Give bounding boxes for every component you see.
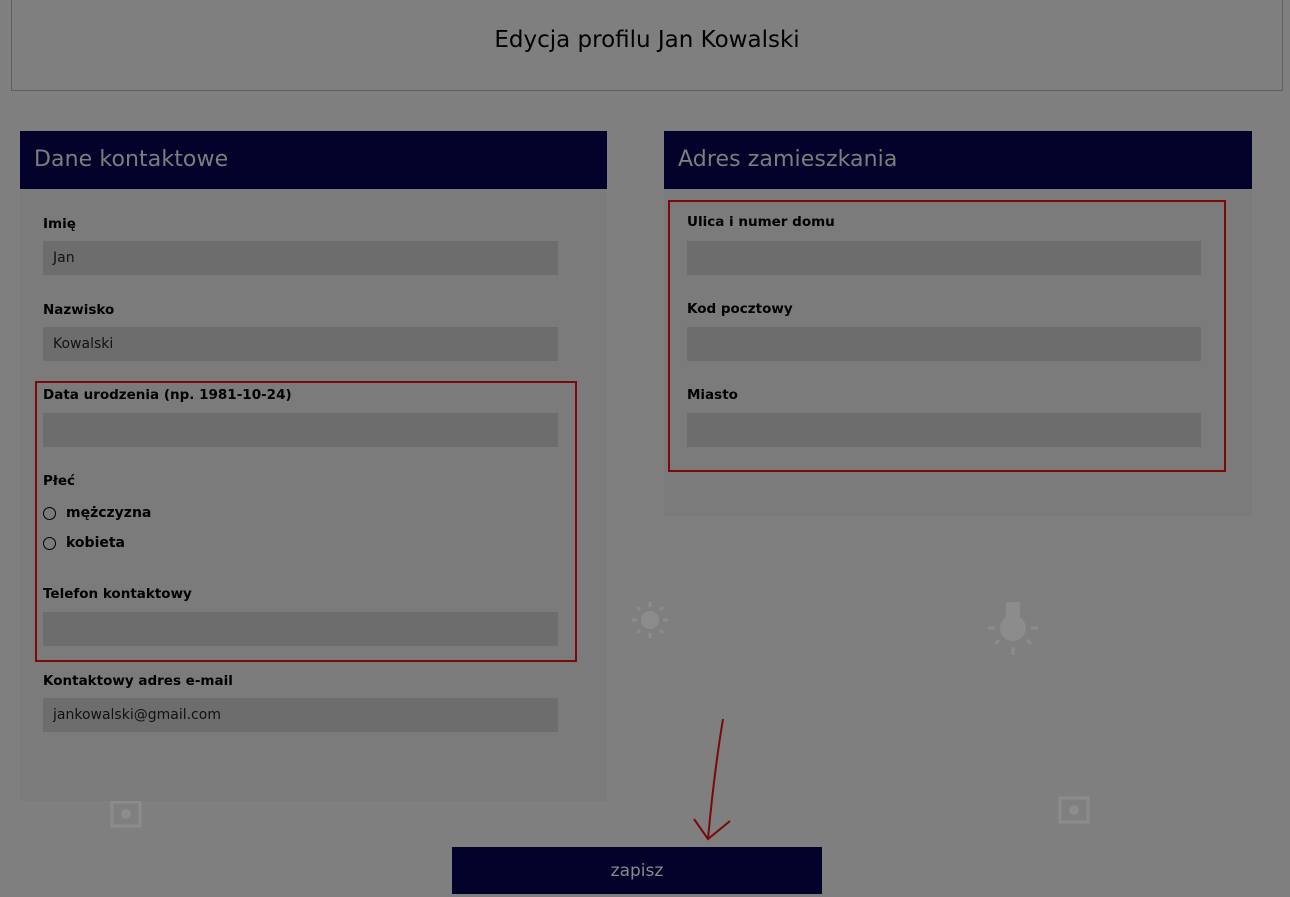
street-label: Ulica i numer domu <box>687 214 835 230</box>
gender-option-female[interactable]: kobieta <box>43 535 125 551</box>
address-panel-heading: Adres zamieszkania <box>664 131 1252 189</box>
phone-label: Telefon kontaktowy <box>43 586 192 602</box>
first-name-label: Imię <box>43 216 76 232</box>
email-label: Kontaktowy adres e-mail <box>43 673 233 689</box>
birthdate-label: Data urodzenia (np. 1981-10-24) <box>43 387 292 403</box>
photo-frame-decoration-icon <box>110 800 142 828</box>
last-name-label: Nazwisko <box>43 302 115 318</box>
sun-decoration-icon <box>630 600 670 640</box>
save-button[interactable]: zapisz <box>452 847 822 894</box>
city-field[interactable] <box>687 413 1201 447</box>
radio-male[interactable] <box>43 506 56 520</box>
radio-female[interactable] <box>43 536 56 550</box>
birthdate-field[interactable] <box>43 413 558 447</box>
email-field[interactable]: jankowalski@gmail.com <box>43 698 558 732</box>
first-name-field[interactable]: Jan <box>43 241 558 275</box>
contact-panel-heading: Dane kontaktowe <box>20 131 607 189</box>
postcode-field[interactable] <box>687 327 1201 361</box>
gender-option-male[interactable]: mężczyzna <box>43 505 151 521</box>
street-field[interactable] <box>687 241 1201 275</box>
gender-label: Płeć <box>43 473 76 489</box>
postcode-label: Kod pocztowy <box>687 301 793 317</box>
gender-option-female-label: kobieta <box>66 535 126 551</box>
last-name-field[interactable]: Kowalski <box>43 327 558 361</box>
page-header: Edycja profilu Jan Kowalski <box>11 0 1283 91</box>
annotation-arrow-icon <box>693 718 731 841</box>
photo-frame-decoration-icon-2 <box>1058 796 1090 824</box>
page-title: Edycja profilu Jan Kowalski <box>494 27 800 53</box>
gender-option-male-label: mężczyzna <box>66 505 152 521</box>
city-label: Miasto <box>687 387 738 403</box>
phone-field[interactable] <box>43 612 558 646</box>
lightbulb-decoration-icon <box>985 598 1041 660</box>
